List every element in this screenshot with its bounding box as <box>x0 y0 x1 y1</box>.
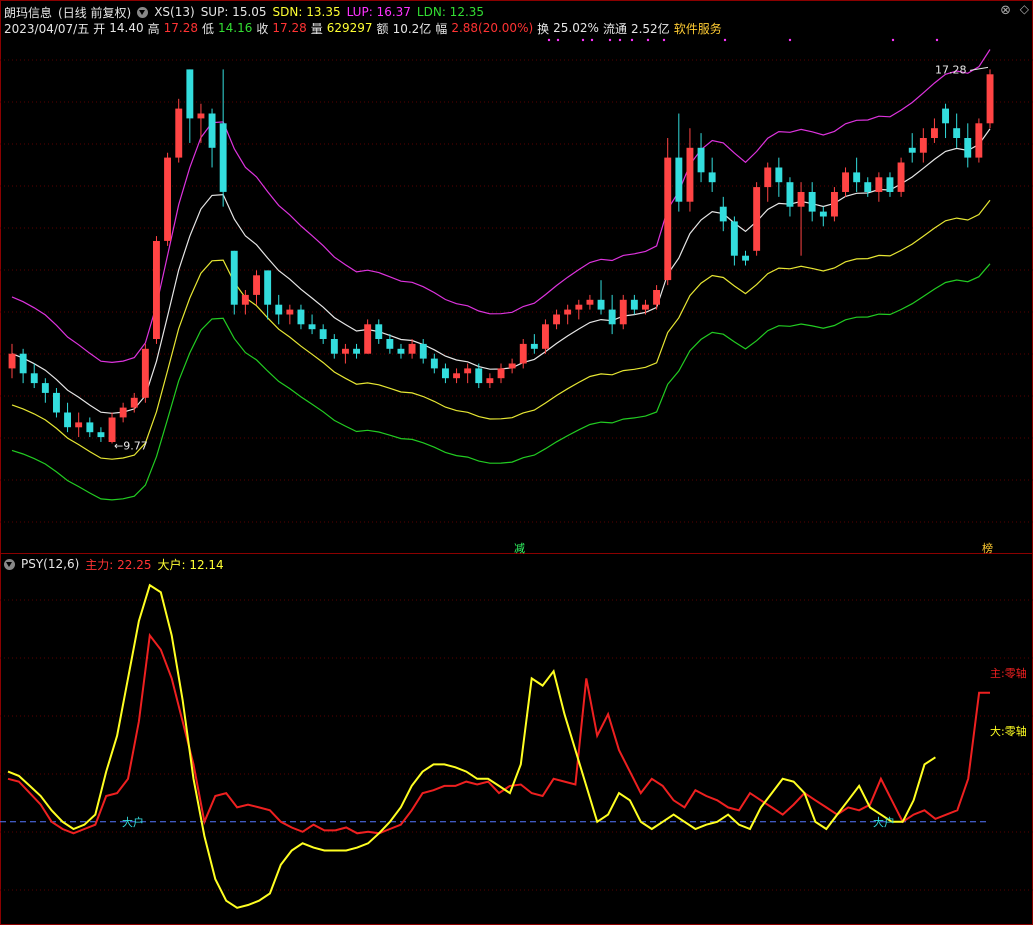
dahu-marker-2: 大户 <box>873 815 895 829</box>
big-zero-label: 大:零轴 <box>990 724 1027 738</box>
dahu-marker-1: 大户 <box>122 815 144 829</box>
main-zero-label: 主:零轴 <box>990 666 1027 680</box>
main-force-line <box>7 632 990 835</box>
psy-chart[interactable]: 大户 大户 主:零轴大:零轴 <box>0 0 1033 925</box>
big-player-line <box>7 583 936 909</box>
